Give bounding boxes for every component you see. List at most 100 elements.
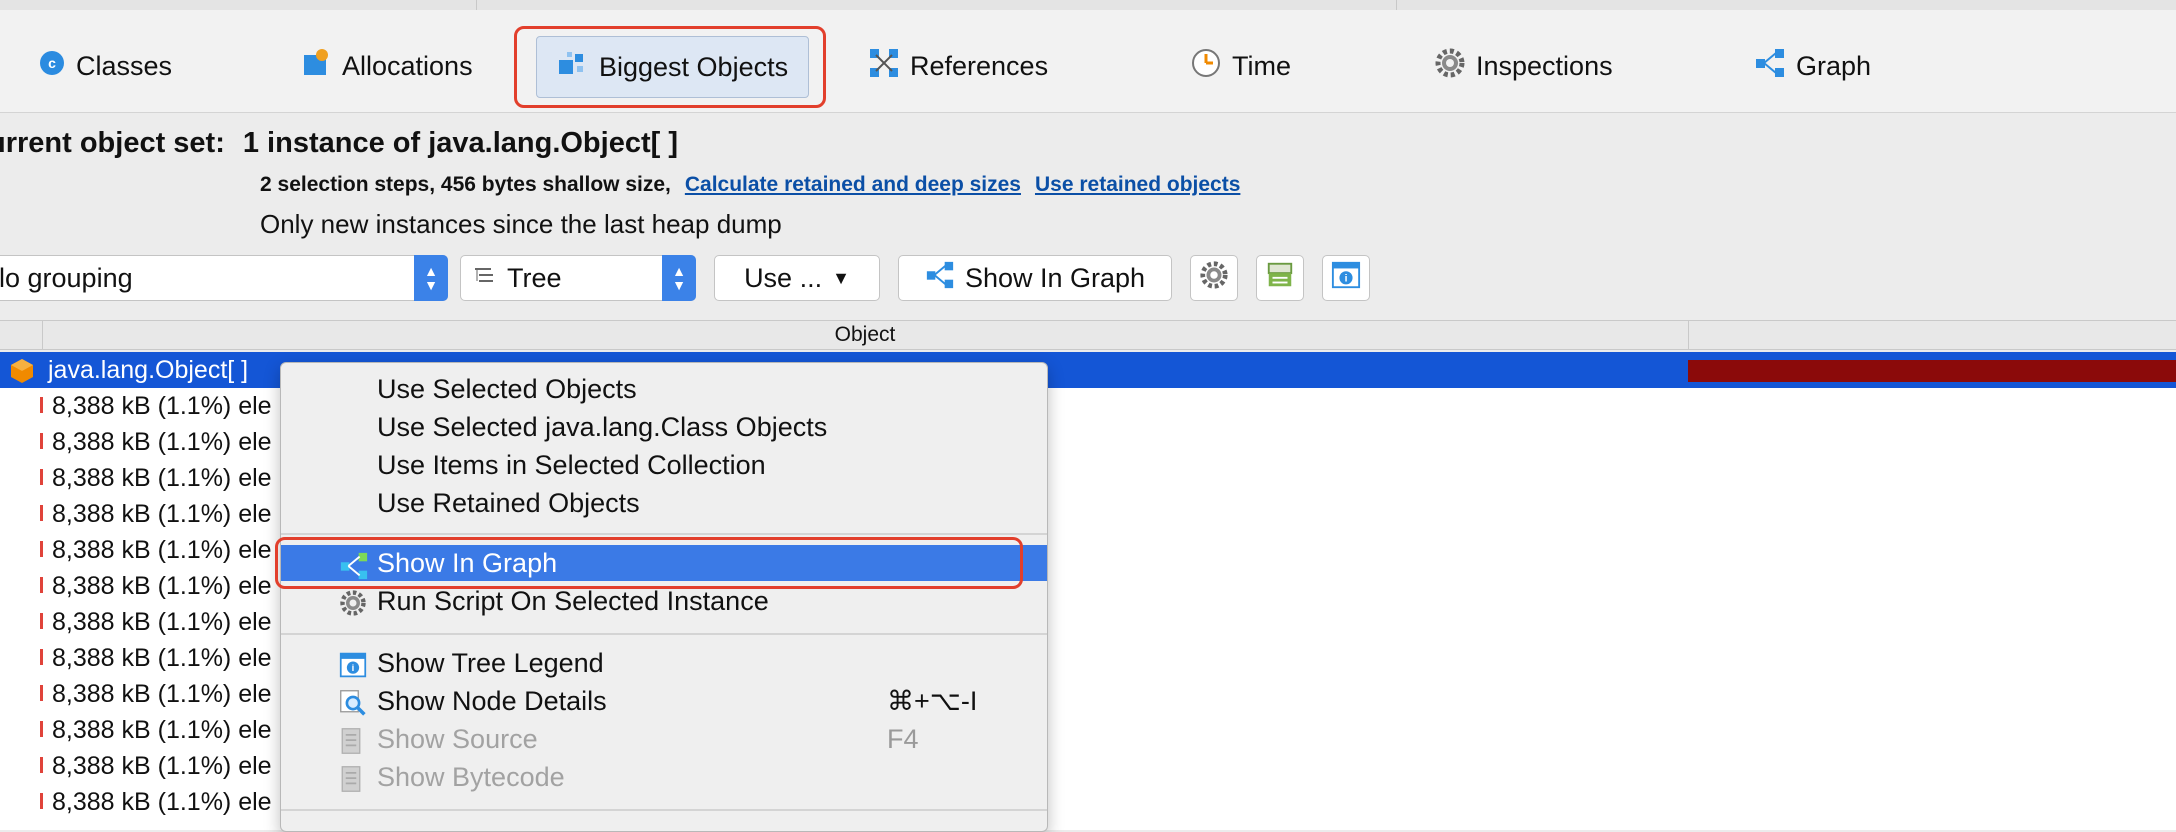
field-marker [40, 397, 43, 413]
strip-divider [476, 0, 477, 10]
menu-separator [281, 809, 1047, 811]
graph-icon [1754, 47, 1786, 86]
field-marker [40, 541, 43, 557]
field-marker [40, 685, 43, 701]
svg-text:c: c [48, 55, 56, 71]
row-label: 8,388 kB (1.1%) ele [52, 572, 272, 600]
strip-divider [1396, 0, 1397, 10]
menu-item-label: Use Items in Selected Collection [377, 450, 766, 480]
bytecode-file-icon [339, 765, 367, 793]
menu-item-use-selected-objects[interactable]: Use Selected Objects [281, 371, 1047, 407]
highlight-annotation [514, 26, 826, 108]
grouping-select[interactable]: lo grouping ▲ ▼ [0, 255, 448, 301]
column-object[interactable]: Object [42, 321, 1688, 349]
tab-graph[interactable]: Graph [1754, 36, 1871, 96]
chevron-updown-icon: ▲ ▼ [414, 255, 448, 301]
calculate-sizes-link[interactable]: Calculate retained and deep sizes [685, 173, 1021, 196]
row-label: java.lang.Object[ ] [48, 356, 249, 384]
menu-shortcut: ⌘+⌥-I [887, 686, 978, 716]
row-label: 8,388 kB (1.1%) ele [52, 608, 272, 636]
context-menu: Use Selected Objects Use Selected java.l… [275, 362, 1048, 832]
menu-item-label: Show Node Details [377, 686, 607, 716]
tab-classes[interactable]: c Classes [38, 36, 172, 96]
field-marker [40, 757, 43, 773]
menu-item-use-selected-class-objects[interactable]: Use Selected java.lang.Class Objects [281, 409, 1047, 445]
time-icon [1190, 47, 1222, 86]
retained-size-bar [1688, 360, 2176, 382]
svg-text:i: i [352, 663, 355, 674]
menu-item-label: Use Retained Objects [377, 488, 640, 518]
chevron-updown-icon: ▲ ▼ [662, 255, 696, 301]
field-marker [40, 649, 43, 665]
instance-note: Only new instances since the last heap d… [260, 209, 782, 239]
row-label: 8,388 kB (1.1%) ele [52, 752, 272, 780]
tab-allocations[interactable]: Allocations [300, 36, 473, 96]
current-object-set: urrent object set: 1 instance of java.lan… [0, 127, 678, 160]
row-label: 8,388 kB (1.1%) ele [52, 500, 272, 528]
gear-icon [1434, 47, 1466, 86]
tab-label: Inspections [1476, 50, 1613, 81]
settings-button[interactable] [1190, 255, 1238, 301]
graph-icon [925, 260, 955, 297]
menu-item-label: Show Source [377, 724, 538, 754]
table-header: Object [0, 320, 2176, 350]
menu-item-label: Show Tree Legend [377, 648, 604, 678]
menu-item-label: Use Selected Objects [377, 374, 637, 404]
use-button-label: Use ... [744, 262, 823, 293]
row-label: 8,388 kB (1.1%) ele [52, 464, 272, 492]
export-icon [1265, 260, 1295, 297]
row-label: 8,388 kB (1.1%) ele [52, 428, 272, 456]
field-marker [40, 469, 43, 485]
tab-inspections[interactable]: Inspections [1434, 36, 1613, 96]
row-label: 8,388 kB (1.1%) ele [52, 788, 272, 816]
tab-references[interactable]: References [868, 36, 1048, 96]
selection-summary: 2 selection steps, 456 bytes shallow siz… [260, 173, 1240, 197]
menu-item-use-retained-objects[interactable]: Use Retained Objects [281, 485, 1047, 521]
magnifier-icon [339, 689, 367, 717]
show-in-graph-label: Show In Graph [964, 262, 1146, 293]
field-marker [40, 505, 43, 521]
menu-shortcut: F4 [887, 724, 919, 754]
classes-icon: c [38, 49, 66, 84]
toolbar: lo grouping ▲ ▼ Tree ▲ ▼ Use ... ▼ Show In… [0, 255, 2176, 305]
field-marker [40, 433, 43, 449]
row-label: 8,388 kB (1.1%) ele [52, 644, 272, 672]
object-set-header: urrent object set: 1 instance of java.lan… [0, 113, 2176, 318]
tab-label: Allocations [342, 50, 473, 81]
field-marker [40, 577, 43, 593]
grouping-value: lo grouping [0, 262, 133, 293]
row-label: 8,388 kB (1.1%) ele [52, 716, 272, 744]
menu-item-use-items-in-collection[interactable]: Use Items in Selected Collection [281, 447, 1047, 483]
menu-item-show-source[interactable]: Show Source F4 [281, 721, 1047, 757]
menu-item-label: Use Selected java.lang.Class Objects [377, 412, 828, 442]
menu-item-show-node-details[interactable]: Show Node Details ⌘+⌥-I [281, 683, 1047, 719]
menu-item-show-tree-legend[interactable]: i Show Tree Legend [281, 645, 1047, 681]
info-button[interactable]: i [1322, 255, 1370, 301]
menu-item-show-bytecode[interactable]: Show Bytecode [281, 759, 1047, 795]
export-button[interactable] [1256, 255, 1304, 301]
source-file-icon [339, 727, 367, 755]
caret-down-icon: ▼ [832, 267, 850, 288]
view-tabs: c Classes Allocations Biggest Objects Re… [0, 10, 2176, 113]
object-set-label: urrent object set: [0, 127, 225, 159]
show-in-graph-button[interactable]: Show In Graph [898, 255, 1172, 301]
tab-time[interactable]: Time [1190, 36, 1291, 96]
object-set-value: 1 instance of java.lang.Object[ ] [242, 127, 678, 159]
svg-text:i: i [1345, 273, 1348, 284]
view-mode-value: Tree [507, 262, 562, 293]
highlight-annotation [275, 537, 1023, 589]
view-mode-select[interactable]: Tree ▲ ▼ [460, 255, 696, 301]
menu-item-label: Show Bytecode [377, 762, 565, 792]
row-label: 8,388 kB (1.1%) ele [52, 392, 272, 420]
field-marker [40, 721, 43, 737]
row-label: 8,388 kB (1.1%) ele [52, 680, 272, 708]
gear-icon [1199, 260, 1229, 297]
field-marker [40, 613, 43, 629]
tree-icon [473, 263, 495, 294]
use-dropdown-button[interactable]: Use ... ▼ [714, 255, 880, 301]
row-label: 8,388 kB (1.1%) ele [52, 536, 272, 564]
tab-label: Graph [1796, 50, 1872, 81]
use-retained-link[interactable]: Use retained objects [1035, 173, 1240, 196]
info-icon: i [339, 651, 367, 679]
tab-label: Classes [76, 50, 173, 81]
